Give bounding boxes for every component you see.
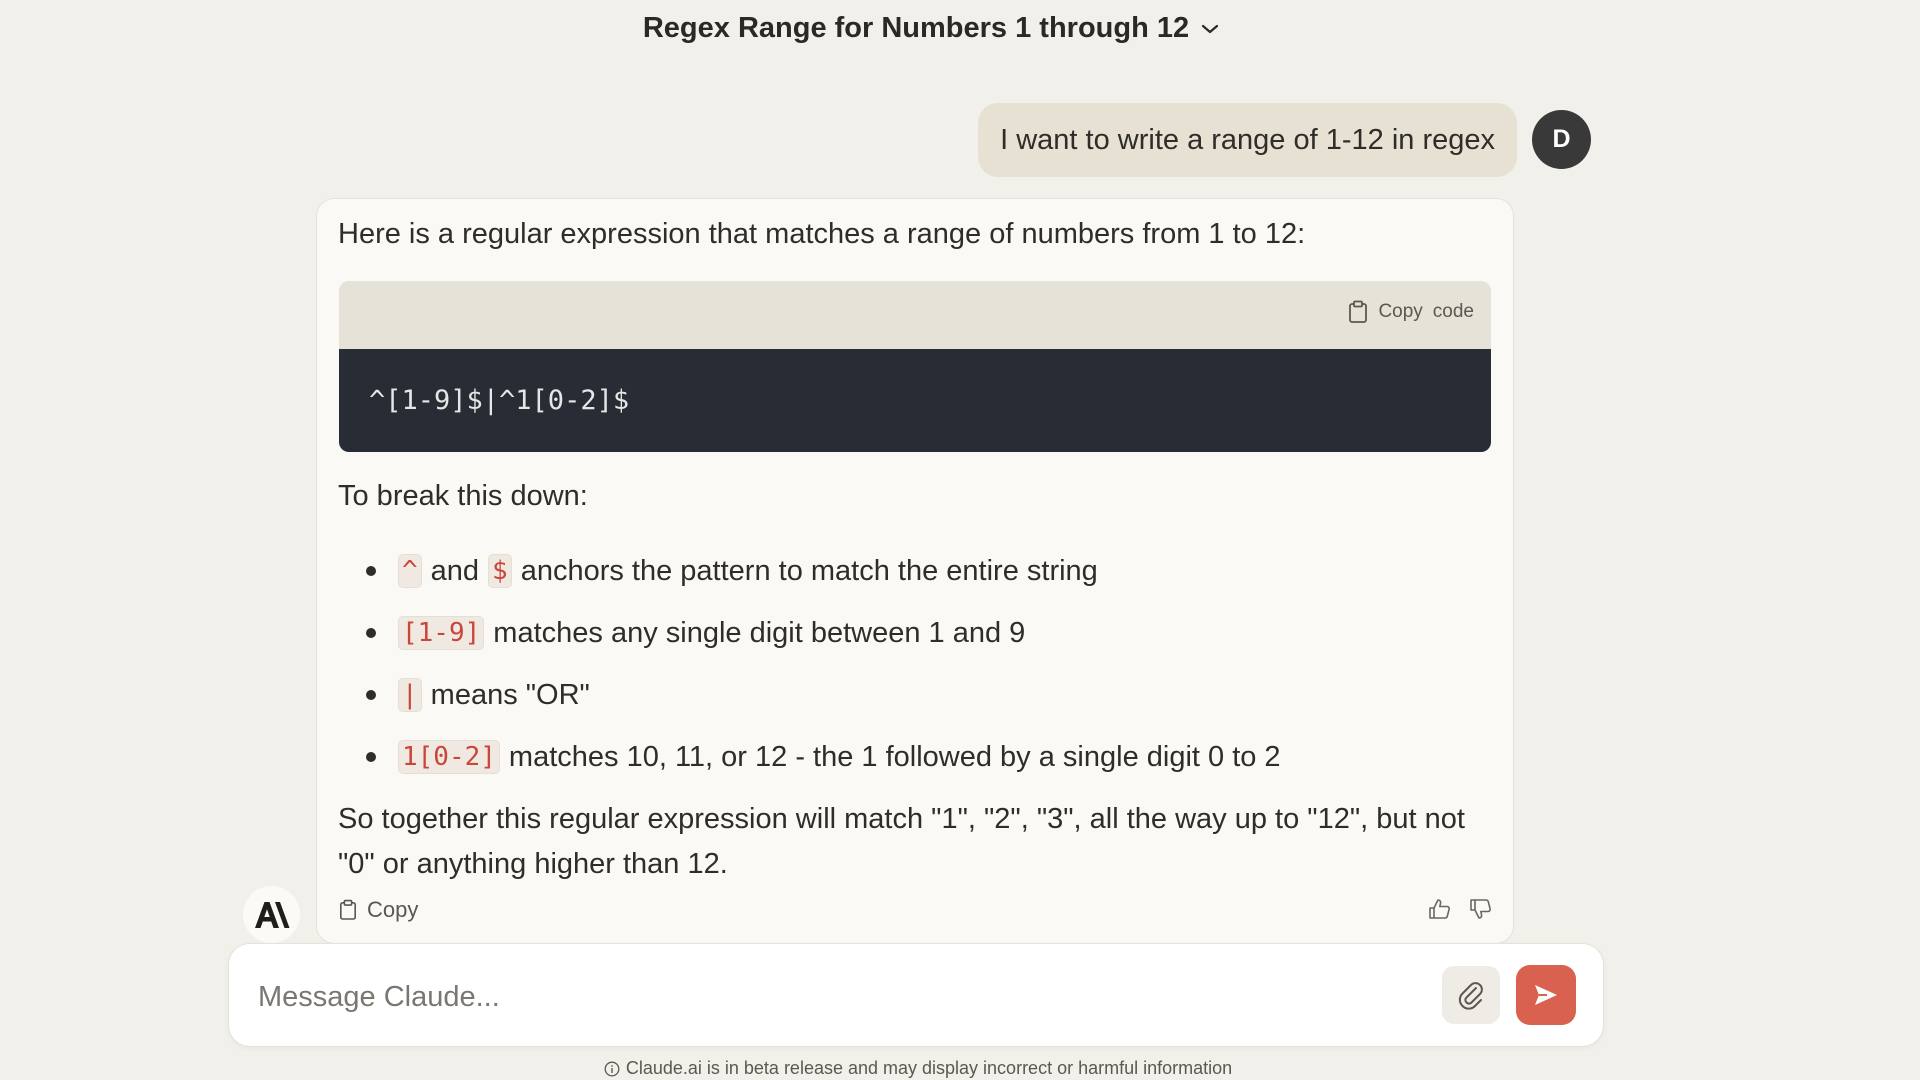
inline-code: [1-9] [398, 616, 485, 650]
breakdown-list: ^ and $ anchors the pattern to match the… [366, 540, 1281, 788]
breakdown-intro-text: To break this down: [338, 480, 588, 512]
list-item-text: anchors the pattern to match the entire … [520, 554, 1098, 587]
conversation-title-button[interactable]: Regex Range for Numbers 1 through 12 [0, 12, 1862, 45]
copy-code-label-2: code [1432, 301, 1474, 322]
inline-code: ^ [398, 554, 422, 588]
clipboard-icon [1349, 300, 1368, 323]
copy-code-button[interactable]: Copy code [1348, 300, 1474, 324]
beta-disclaimer: Claude.ai is in beta release and may dis… [0, 1058, 1836, 1079]
code-block-content: ^[1-9]$|^1[0-2]$ [369, 385, 630, 416]
code-block: ^[1-9]$|^1[0-2]$ [339, 349, 1491, 452]
copy-message-button[interactable]: Copy [339, 897, 418, 923]
list-item: | means "OR" [366, 664, 1281, 726]
assistant-summary-text: So together this regular expression will… [338, 803, 1465, 880]
thumbs-up-icon [1429, 899, 1450, 919]
attach-file-button[interactable] [1442, 966, 1500, 1024]
assistant-intro-text: Here is a regular expression that matche… [338, 218, 1306, 250]
message-input[interactable] [256, 970, 1410, 1024]
thumbs-up-button[interactable] [1428, 898, 1452, 925]
claude-logo-icon [243, 886, 300, 943]
list-item-text: matches any single digit between 1 and 9 [493, 616, 1026, 649]
chevron-down-icon [1202, 24, 1219, 33]
inline-code: $ [488, 554, 512, 588]
conversation-title: Regex Range for Numbers 1 through 12 [642, 12, 1190, 44]
inline-code: 1[0-2] [398, 740, 500, 774]
disclaimer-text: Claude.ai is in beta release and may dis… [625, 1058, 1233, 1078]
info-icon [604, 1061, 620, 1076]
code-block-header [339, 281, 1491, 349]
send-button[interactable] [1516, 965, 1576, 1025]
list-item: 1[0-2] matches 10, 11, or 12 - the 1 fol… [366, 726, 1281, 788]
inline-code: | [398, 678, 422, 712]
list-item-text: means "OR" [430, 678, 590, 711]
copy-code-label: Copy [1378, 301, 1423, 322]
clipboard-icon [339, 899, 357, 920]
send-arrow-icon [1535, 985, 1557, 1005]
list-item-text: matches 10, 11, or 12 - the 1 followed b… [508, 740, 1281, 773]
list-item-text: and [430, 554, 480, 587]
list-item: ^ and $ anchors the pattern to match the… [366, 540, 1281, 602]
thumbs-down-icon [1470, 899, 1491, 919]
paperclip-icon [1458, 982, 1483, 1010]
user-avatar-initial: D [1552, 125, 1571, 153]
user-message-text: I want to write a range of 1-12 in regex [1000, 123, 1495, 156]
list-item: [1-9] matches any single digit between 1… [366, 602, 1281, 664]
user-message-bubble: I want to write a range of 1-12 in regex [978, 103, 1517, 177]
user-avatar: D [1532, 110, 1591, 169]
thumbs-down-button[interactable] [1469, 898, 1493, 925]
copy-message-label: Copy [367, 897, 419, 922]
